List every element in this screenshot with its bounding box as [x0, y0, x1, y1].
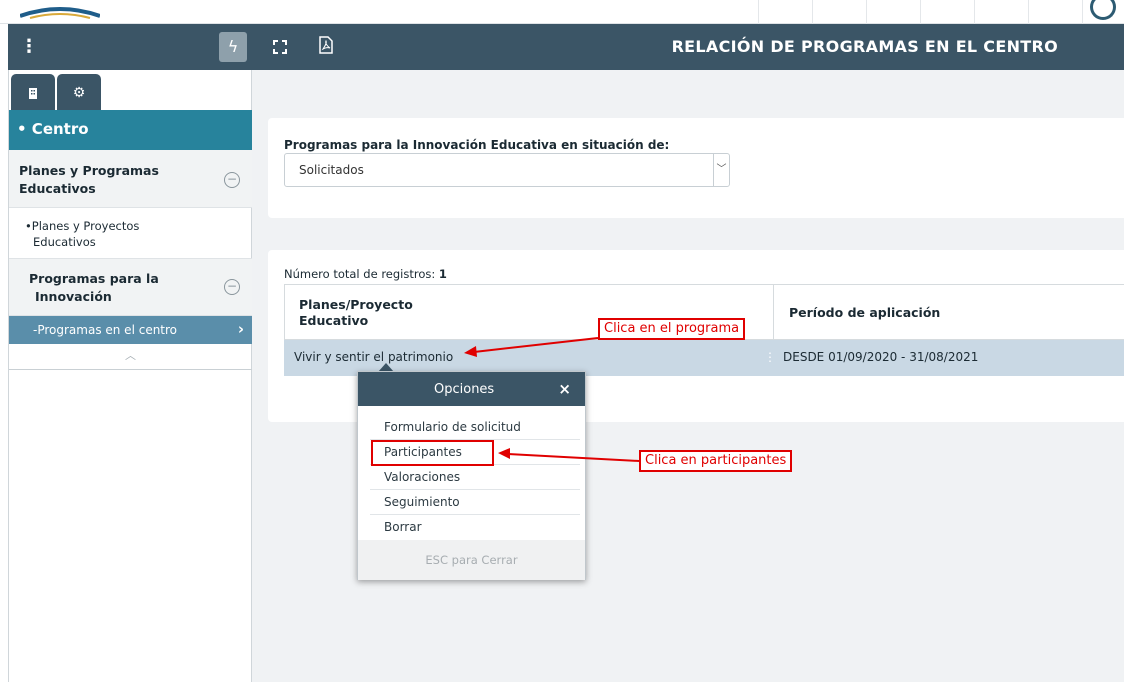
arrowhead-icon — [464, 346, 477, 357]
annotation-arrows — [464, 337, 640, 462]
arrow-to-program — [473, 337, 599, 353]
arrow-to-participantes — [507, 453, 640, 462]
arrowhead-icon — [498, 448, 510, 459]
